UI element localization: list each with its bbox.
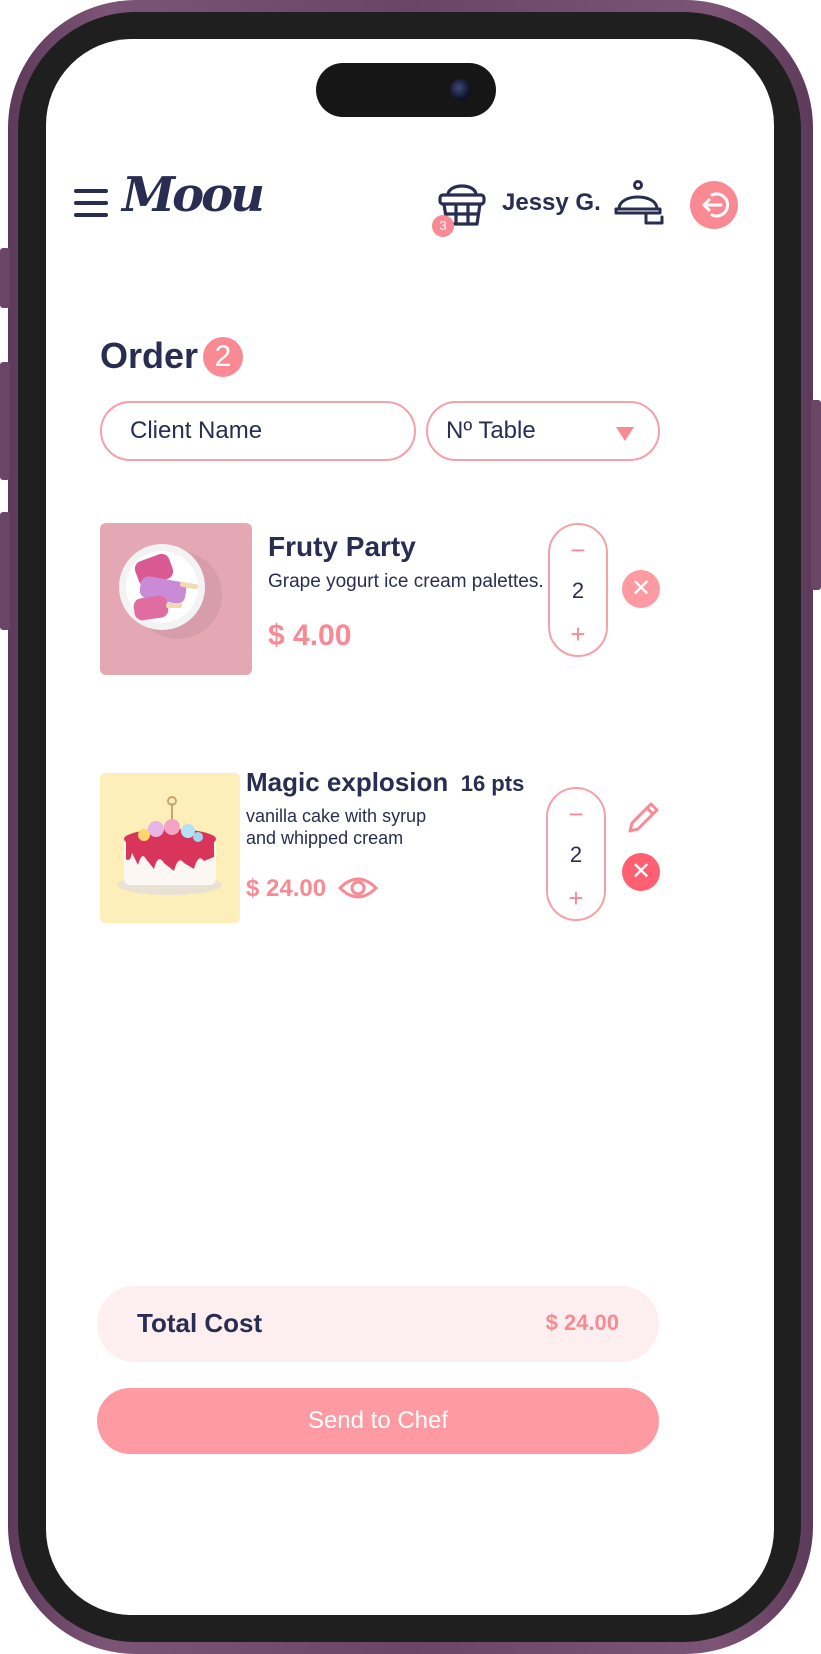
caret-down-icon bbox=[616, 427, 634, 441]
table-select[interactable]: Nº Table bbox=[426, 401, 660, 461]
user-name[interactable]: Jessy G. bbox=[502, 189, 601, 217]
app-logo: Moou bbox=[122, 167, 265, 223]
edit-pencil-icon[interactable] bbox=[624, 799, 662, 837]
item-description: vanilla cake with syrup and whipped crea… bbox=[246, 805, 426, 849]
item-points: 16 pts bbox=[460, 771, 525, 796]
client-name-field[interactable] bbox=[100, 401, 418, 461]
quantity-value: 2 bbox=[569, 842, 583, 867]
increase-button[interactable]: + bbox=[548, 885, 604, 911]
menu-icon[interactable] bbox=[74, 189, 108, 219]
phone-volume-up-button bbox=[0, 362, 10, 480]
phone-action-button bbox=[0, 248, 10, 308]
remove-item-button[interactable]: ✕ bbox=[622, 853, 660, 891]
item-description: Grape yogurt ice cream palettes. bbox=[268, 571, 544, 592]
increase-button[interactable]: + bbox=[550, 621, 606, 647]
page-title: Order bbox=[100, 335, 199, 376]
logout-button[interactable] bbox=[690, 181, 738, 229]
eye-icon[interactable] bbox=[337, 873, 379, 903]
item-price: $ 4.00 bbox=[268, 619, 352, 652]
item-description-line-2: and whipped cream bbox=[246, 828, 404, 848]
item-description-line-1: vanilla cake with syrup bbox=[246, 806, 427, 826]
cart-count-badge: 3 bbox=[432, 215, 454, 237]
camera-icon bbox=[450, 79, 472, 101]
table-select-value: Nº Table bbox=[446, 417, 536, 444]
decrease-button[interactable]: − bbox=[550, 537, 606, 563]
logout-icon bbox=[702, 192, 730, 218]
phone-power-button bbox=[811, 400, 821, 590]
cloche-icon[interactable] bbox=[614, 179, 666, 227]
popsicle-plate-icon bbox=[119, 544, 222, 639]
item-name: Magic explosion bbox=[246, 767, 449, 797]
item-image-magic-explosion bbox=[100, 773, 240, 923]
item-price: $ 24.00 bbox=[246, 875, 327, 902]
cake-icon bbox=[118, 796, 222, 895]
dynamic-island bbox=[316, 63, 496, 117]
decrease-button[interactable]: − bbox=[548, 801, 604, 827]
quantity-stepper: − 2 + bbox=[546, 787, 606, 921]
total-cost-value: $ 24.00 bbox=[545, 1310, 619, 1335]
client-name-input[interactable] bbox=[128, 416, 418, 446]
item-title-row: Magic explosion 16 pts bbox=[246, 767, 524, 798]
remove-item-button[interactable]: ✕ bbox=[622, 570, 660, 608]
total-cost-label: Total Cost bbox=[137, 1308, 263, 1338]
order-count-badge: 2 bbox=[203, 337, 243, 377]
quantity-value: 2 bbox=[571, 578, 585, 603]
total-cost-bar: Total Cost $ 24.00 bbox=[97, 1286, 659, 1362]
item-image-fruty-party bbox=[100, 523, 252, 675]
phone-volume-down-button bbox=[0, 512, 10, 630]
quantity-stepper: − 2 + bbox=[548, 523, 608, 657]
item-name: Fruty Party bbox=[268, 531, 416, 562]
app-screen: Moou 3 Jessy G. Order 2 Nº Table bbox=[46, 39, 774, 1615]
send-to-chef-button[interactable]: Send to Chef bbox=[97, 1388, 659, 1454]
